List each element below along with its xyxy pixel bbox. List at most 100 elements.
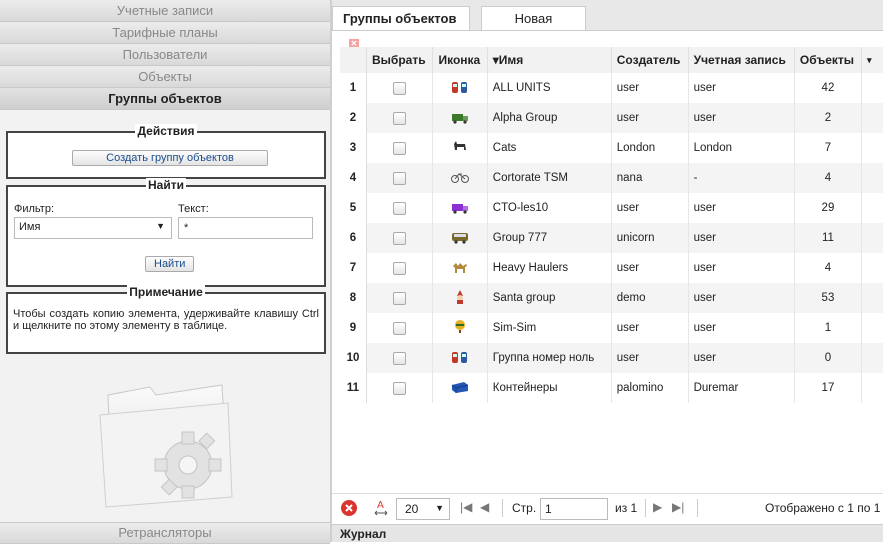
col-objects[interactable]: Объекты bbox=[794, 47, 861, 73]
row-number: 7 bbox=[340, 253, 367, 283]
table-row[interactable]: 6Group 777unicornuser11 bbox=[340, 223, 883, 253]
col-number bbox=[340, 47, 367, 73]
page-size-select[interactable]: 20 ▼ bbox=[396, 498, 450, 520]
filter-select[interactable]: Имя ▼ bbox=[14, 217, 172, 239]
tab-unit-groups[interactable]: Группы объектов✕ bbox=[332, 6, 470, 30]
row-select-cell bbox=[367, 283, 433, 313]
tab-new-label: Новая bbox=[515, 11, 553, 26]
last-page-icon[interactable]: ▶| bbox=[672, 500, 684, 514]
group-name[interactable]: Sim-Sim bbox=[487, 313, 611, 343]
select-checkbox[interactable] bbox=[393, 352, 406, 365]
row-select-cell bbox=[367, 223, 433, 253]
select-checkbox[interactable] bbox=[393, 382, 406, 395]
select-checkbox[interactable] bbox=[393, 142, 406, 155]
group-name[interactable]: Group 777 bbox=[487, 223, 611, 253]
table-row[interactable]: 4Cortorate TSMnana-4 bbox=[340, 163, 883, 193]
filter-select-value: Имя bbox=[19, 221, 40, 233]
col-select[interactable]: Выбрать bbox=[367, 47, 433, 73]
select-checkbox[interactable] bbox=[393, 322, 406, 335]
chevron-down-icon: ▼ bbox=[435, 503, 444, 513]
note-box: Примечание Чтобы создать копию элемента,… bbox=[6, 292, 326, 354]
row-number: 11 bbox=[340, 373, 367, 403]
font-size-icon[interactable]: A bbox=[374, 499, 388, 517]
row-select-cell bbox=[367, 163, 433, 193]
table-row[interactable]: 3CatsLondonLondon7 bbox=[340, 133, 883, 163]
select-checkbox[interactable] bbox=[393, 262, 406, 275]
col-icon[interactable]: Иконка bbox=[433, 47, 487, 73]
table-row[interactable]: 11КонтейнерыpalominoDuremar17 bbox=[340, 373, 883, 403]
page-label: Стр. bbox=[512, 501, 536, 515]
create-unit-group-button[interactable]: Создать группу объектов bbox=[72, 150, 268, 166]
group-name[interactable]: Cats bbox=[487, 133, 611, 163]
page-input-value: 1 bbox=[545, 502, 552, 516]
row-select-cell bbox=[367, 253, 433, 283]
page-input[interactable]: 1 bbox=[540, 498, 608, 520]
right-panel: Группы объектов✕ Новая Выбрать Иконка ▾И… bbox=[332, 0, 883, 542]
objects-count: 4 bbox=[794, 253, 861, 283]
group-name[interactable]: Alpha Group bbox=[487, 103, 611, 133]
section-users[interactable]: Пользователи bbox=[0, 44, 330, 66]
select-checkbox[interactable] bbox=[393, 292, 406, 305]
table-row[interactable]: 1ALL UNITSuseruser42 bbox=[340, 73, 883, 103]
group-name[interactable]: Cortorate TSM bbox=[487, 163, 611, 193]
search-box: Найти Фильтр: Текст: Имя ▼ * Найти bbox=[6, 185, 326, 287]
tab-new[interactable]: Новая bbox=[481, 6, 586, 30]
group-name[interactable]: CTO-les10 bbox=[487, 193, 611, 223]
delete-icon[interactable] bbox=[341, 500, 357, 516]
group-name[interactable]: Santa group bbox=[487, 283, 611, 313]
group-name[interactable]: ALL UNITS bbox=[487, 73, 611, 103]
purple-truck-icon bbox=[433, 193, 487, 223]
bicycle-icon bbox=[433, 163, 487, 193]
section-unit-groups[interactable]: Группы объектов bbox=[0, 88, 330, 110]
account: user bbox=[688, 253, 794, 283]
journal-bar[interactable]: Журнал bbox=[332, 524, 883, 542]
table-row[interactable]: 2Alpha Groupuseruser2 bbox=[340, 103, 883, 133]
container-icon bbox=[433, 373, 487, 403]
row-number: 5 bbox=[340, 193, 367, 223]
cat-icon bbox=[433, 133, 487, 163]
unit-groups-table: Выбрать Иконка ▾Имя Создатель Учетная за… bbox=[340, 47, 883, 403]
journal-label: Журнал bbox=[340, 527, 386, 541]
tab-unit-groups-label: Группы объектов bbox=[343, 11, 456, 26]
row-spacer bbox=[862, 313, 883, 343]
row-spacer bbox=[862, 103, 883, 133]
col-name[interactable]: ▾Имя bbox=[487, 47, 611, 73]
folder-gear-icon bbox=[90, 375, 240, 510]
group-name[interactable]: Heavy Haulers bbox=[487, 253, 611, 283]
first-page-icon[interactable]: |◀ bbox=[460, 500, 472, 514]
col-account[interactable]: Учетная запись bbox=[688, 47, 794, 73]
select-checkbox[interactable] bbox=[393, 172, 406, 185]
next-page-icon[interactable]: ▶ bbox=[653, 500, 662, 514]
creator: user bbox=[611, 313, 688, 343]
prev-page-icon[interactable]: ◀ bbox=[480, 500, 489, 514]
row-number: 4 bbox=[340, 163, 367, 193]
row-select-cell bbox=[367, 133, 433, 163]
section-accounts[interactable]: Учетные записи bbox=[0, 0, 330, 22]
text-input[interactable]: * bbox=[178, 217, 313, 239]
table-row[interactable]: 8Santa groupdemouser53 bbox=[340, 283, 883, 313]
note-text: Чтобы создать копию элемента, удерживайт… bbox=[13, 308, 319, 332]
objects-count: 17 bbox=[794, 373, 861, 403]
select-checkbox[interactable] bbox=[393, 112, 406, 125]
section-retranslators[interactable]: Ретрансляторы bbox=[0, 522, 330, 544]
select-checkbox[interactable] bbox=[393, 232, 406, 245]
section-tariff-plans[interactable]: Тарифные планы bbox=[0, 22, 330, 44]
row-select-cell bbox=[367, 343, 433, 373]
row-select-cell bbox=[367, 313, 433, 343]
table-row[interactable]: 9Sim-Simuseruser1 bbox=[340, 313, 883, 343]
group-name[interactable]: Группа номер ноль bbox=[487, 343, 611, 373]
find-button[interactable]: Найти bbox=[145, 256, 194, 272]
select-checkbox[interactable] bbox=[393, 202, 406, 215]
table-row[interactable]: 10Группа номер нольuseruser0 bbox=[340, 343, 883, 373]
col-creator[interactable]: Создатель bbox=[611, 47, 688, 73]
account: Duremar bbox=[688, 373, 794, 403]
select-checkbox[interactable] bbox=[393, 82, 406, 95]
section-units[interactable]: Объекты bbox=[0, 66, 330, 88]
group-name[interactable]: Контейнеры bbox=[487, 373, 611, 403]
column-menu-icon[interactable]: ▾ bbox=[862, 47, 883, 73]
table-row[interactable]: 5CTO-les10useruser29 bbox=[340, 193, 883, 223]
objects-count: 2 bbox=[794, 103, 861, 133]
tab-bar: Группы объектов✕ Новая bbox=[332, 0, 883, 31]
table-row[interactable]: 7Heavy Haulersuseruser4 bbox=[340, 253, 883, 283]
objects-count: 7 bbox=[794, 133, 861, 163]
